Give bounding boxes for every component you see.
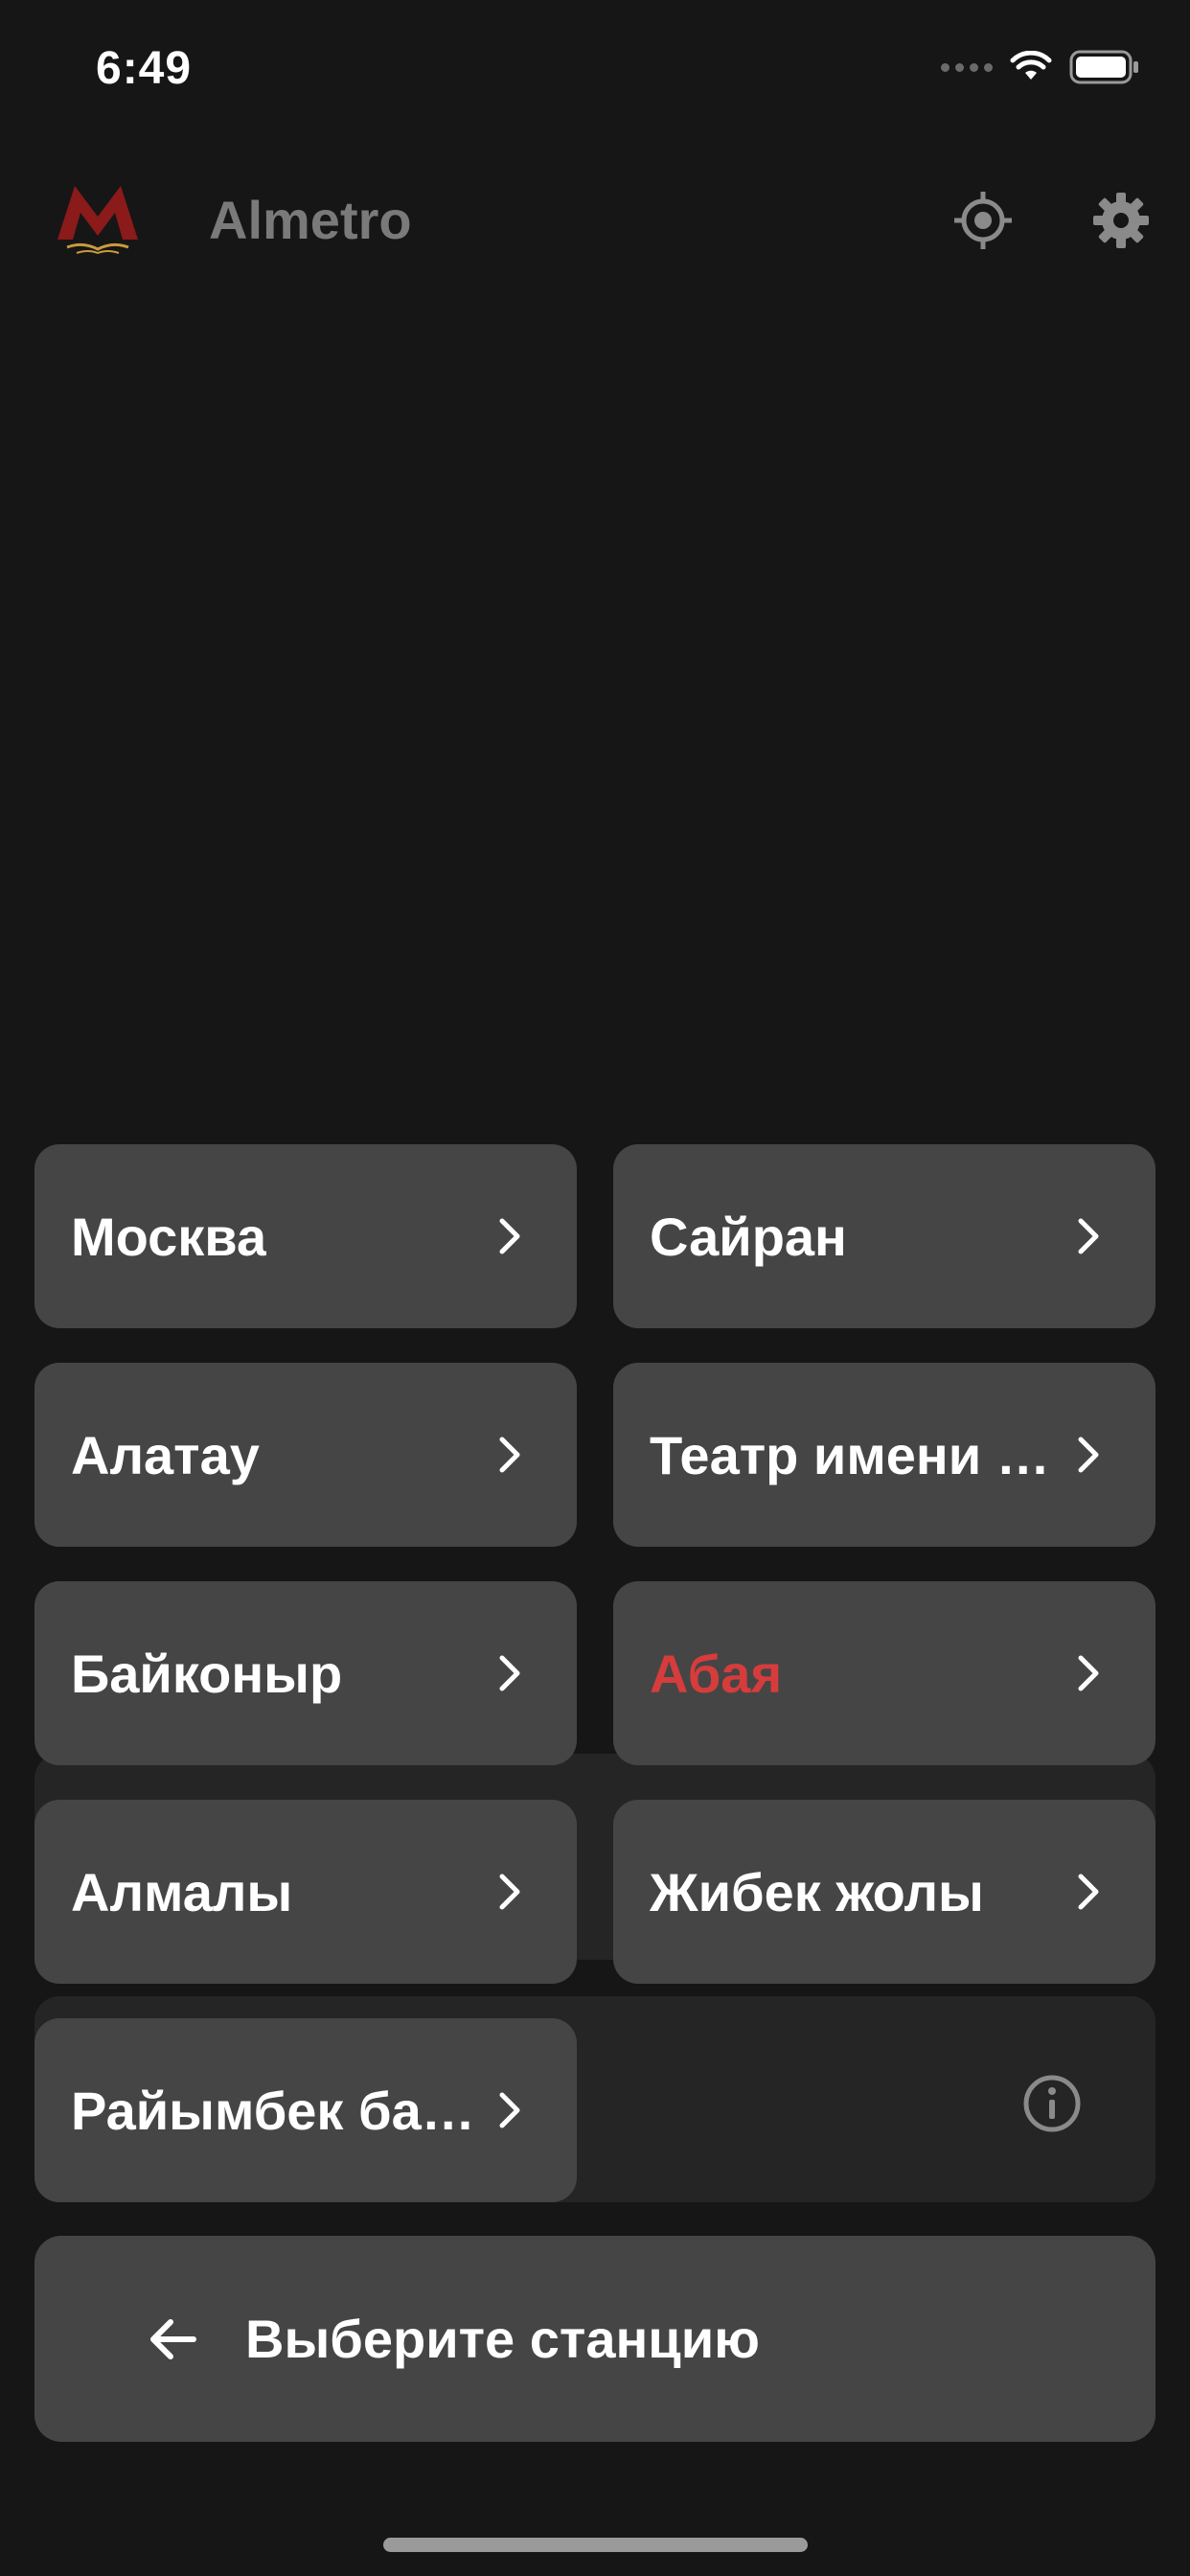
info-button[interactable] xyxy=(1019,2071,1085,2136)
station-card[interactable]: Москва xyxy=(34,1144,577,1328)
status-indicators xyxy=(941,50,1140,84)
chevron-right-icon xyxy=(499,1437,520,1473)
cellular-signal-icon xyxy=(941,62,993,72)
station-name: Жибек жолы xyxy=(650,1861,984,1922)
select-station-button[interactable]: Выберите станцию xyxy=(34,2236,1156,2442)
chevron-right-icon xyxy=(499,1874,520,1910)
station-card[interactable]: Сайран xyxy=(613,1144,1156,1328)
chevron-right-icon xyxy=(499,2092,520,2128)
settings-button[interactable] xyxy=(1087,186,1156,255)
gear-icon xyxy=(1093,193,1149,248)
station-card[interactable]: Алмалы xyxy=(34,1800,577,1984)
station-name: Алмалы xyxy=(71,1861,293,1922)
chevron-right-icon xyxy=(499,1218,520,1254)
station-card[interactable]: Алатау xyxy=(34,1363,577,1547)
station-card-active[interactable]: Абая xyxy=(613,1581,1156,1765)
station-name: Байконыр xyxy=(71,1643,343,1704)
status-time: 6:49 xyxy=(96,43,193,94)
station-name: Алатау xyxy=(71,1424,260,1485)
battery-icon xyxy=(1069,50,1138,84)
station-name: Абая xyxy=(650,1643,783,1704)
station-name: Москва xyxy=(71,1206,267,1267)
station-name: Театр имени Мухтара Ауэзова xyxy=(650,1424,1062,1485)
locate-button[interactable] xyxy=(949,186,1018,255)
app-title: Almetro xyxy=(209,190,412,250)
home-indicator[interactable] xyxy=(383,2538,808,2552)
chevron-right-icon xyxy=(1078,1874,1099,1910)
station-card[interactable]: Жибек жолы xyxy=(613,1800,1156,1984)
station-card[interactable]: Театр имени Мухтара Ауэзова xyxy=(613,1363,1156,1547)
wifi-icon xyxy=(1010,51,1052,80)
select-station-label: Выберите станцию xyxy=(245,2309,760,2369)
info-icon xyxy=(1023,2075,1081,2132)
chevron-right-icon xyxy=(1078,1437,1099,1473)
chevron-right-icon xyxy=(1078,1655,1099,1691)
station-name: Сайран xyxy=(650,1206,847,1267)
station-card[interactable]: Райымбек батыра xyxy=(34,2018,577,2202)
crosshair-icon xyxy=(954,192,1012,249)
chevron-right-icon xyxy=(499,1655,520,1691)
station-name: Райымбек батыра xyxy=(71,2080,483,2141)
station-card[interactable]: Байконыр xyxy=(34,1581,577,1765)
arrow-left-icon xyxy=(150,2318,196,2359)
chevron-right-icon xyxy=(1078,1218,1099,1254)
metro-logo-icon xyxy=(57,186,138,255)
